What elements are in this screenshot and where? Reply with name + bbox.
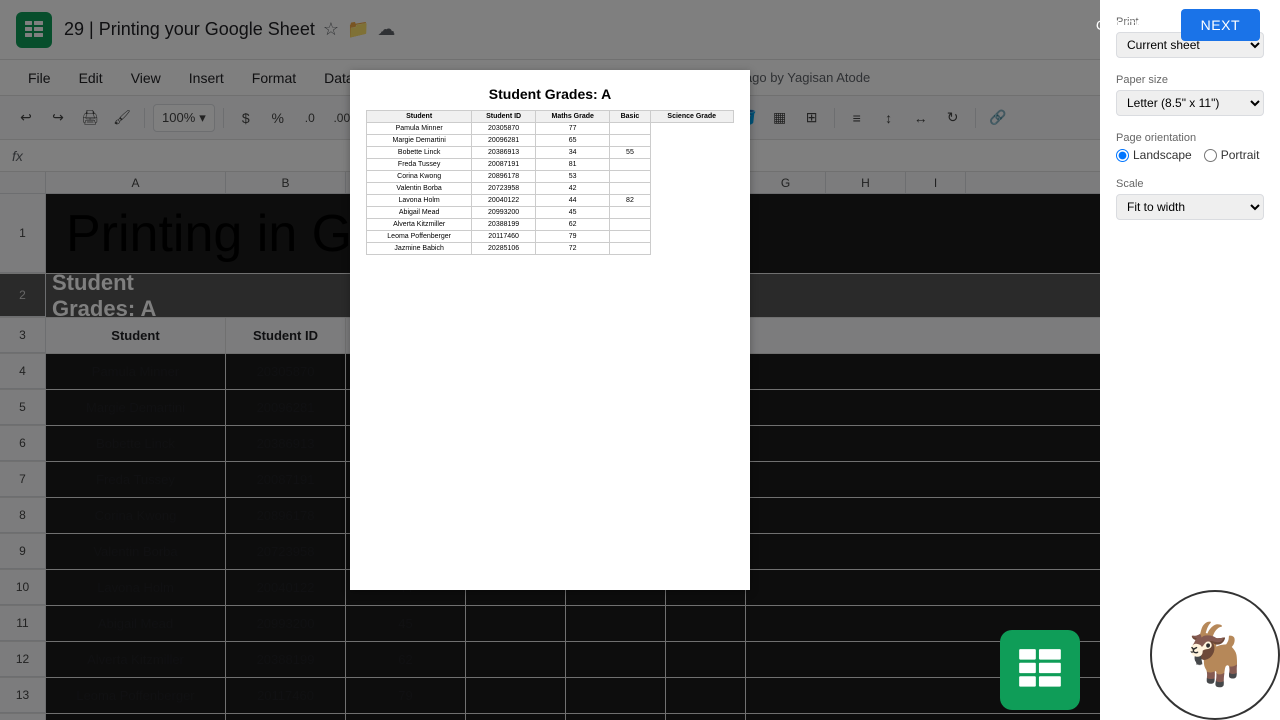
scale-select[interactable]: Fit to width Fit to page Custom [1116, 194, 1264, 220]
preview-cell-4-1: 20896178 [472, 171, 536, 183]
preview-th-basic: Basic [610, 111, 650, 123]
preview-cell-6-3: 82 [610, 195, 650, 207]
paper-size-section: Paper size Letter (8.5" x 11") A4 Legal [1116, 74, 1264, 116]
preview-cell-0-0: Pamula Minner [367, 123, 472, 135]
scale-section: Scale Fit to width Fit to page Custom [1116, 178, 1264, 220]
portrait-label: Portrait [1221, 148, 1260, 162]
preview-cell-0-1: 20305870 [472, 123, 536, 135]
cancel-button[interactable]: CANCEL [1080, 11, 1169, 39]
landscape-radio[interactable] [1116, 149, 1129, 162]
scale-label: Scale [1116, 178, 1264, 190]
preview-cell-1-2: 65 [535, 135, 609, 147]
preview-cell-9-3 [610, 231, 650, 243]
preview-cell-8-2: 62 [535, 219, 609, 231]
preview-cell-2-1: 20386913 [472, 147, 536, 159]
preview-cell-8-3 [610, 219, 650, 231]
preview-cell-9-2: 79 [535, 231, 609, 243]
preview-cell-7-3 [610, 207, 650, 219]
preview-cell-6-0: Lavona Holm [367, 195, 472, 207]
preview-cell-9-0: Leoma Poffenberger [367, 231, 472, 243]
preview-cell-6-2: 44 [535, 195, 609, 207]
preview-cell-7-1: 20993200 [472, 207, 536, 219]
print-preview-area: Student Grades: A Student Student ID Mat… [0, 50, 1100, 720]
preview-cell-9-1: 20117460 [472, 231, 536, 243]
preview-cell-1-0: Margie Demartini [367, 135, 472, 147]
preview-cell-7-2: 45 [535, 207, 609, 219]
preview-row: Leoma Poffenberger2011746079 [367, 231, 734, 243]
preview-cell-3-3 [610, 159, 650, 171]
preview-cell-10-3 [610, 243, 650, 255]
next-button[interactable]: NEXT [1181, 9, 1260, 41]
preview-cell-8-1: 20388199 [472, 219, 536, 231]
goat-logo-overlay: 🐐 [1150, 590, 1280, 720]
preview-cell-3-2: 81 [535, 159, 609, 171]
preview-row: Abigail Mead2099320045 [367, 207, 734, 219]
preview-th-maths: Maths Grade [535, 111, 609, 123]
preview-cell-4-0: Corina Kwong [367, 171, 472, 183]
orientation-section: Page orientation Landscape Portrait [1116, 132, 1264, 162]
landscape-label: Landscape [1133, 148, 1192, 162]
preview-cell-10-2: 72 [535, 243, 609, 255]
preview-cell-0-3 [610, 123, 650, 135]
preview-cell-2-2: 34 [535, 147, 609, 159]
preview-cell-5-0: Valentin Borba [367, 183, 472, 195]
preview-row: Margie Demartini2009628165 [367, 135, 734, 147]
preview-row: Alverta Kitzmiller2038819962 [367, 219, 734, 231]
preview-th-science: Science Grade [650, 111, 734, 123]
preview-row: Valentin Borba2072395842 [367, 183, 734, 195]
preview-cell-10-1: 20285106 [472, 243, 536, 255]
paper-size-select[interactable]: Letter (8.5" x 11") A4 Legal [1116, 90, 1264, 116]
preview-cell-5-2: 42 [535, 183, 609, 195]
preview-cell-1-1: 20096281 [472, 135, 536, 147]
preview-title: Student Grades: A [366, 86, 734, 102]
preview-cell-1-3 [610, 135, 650, 147]
preview-cell-7-0: Abigail Mead [367, 207, 472, 219]
preview-row: Pamula Minner2030587077 [367, 123, 734, 135]
preview-cell-8-0: Alverta Kitzmiller [367, 219, 472, 231]
paper-size-label: Paper size [1116, 74, 1264, 86]
sheets-logo-overlay [1000, 630, 1080, 710]
preview-row: Lavona Holm200401224482 [367, 195, 734, 207]
preview-cell-2-0: Bobette Linck [367, 147, 472, 159]
preview-cell-4-3 [610, 171, 650, 183]
print-page: Student Grades: A Student Student ID Mat… [350, 70, 750, 590]
preview-table: Student Student ID Maths Grade Basic Sci… [366, 110, 734, 255]
preview-row: Freda Tussey2008719181 [367, 159, 734, 171]
preview-cell-2-3: 55 [610, 147, 650, 159]
print-overlay: CANCEL NEXT Student Grades: A Student St… [0, 0, 1280, 720]
preview-cell-5-1: 20723958 [472, 183, 536, 195]
portrait-option[interactable]: Portrait [1204, 148, 1260, 162]
preview-cell-5-3 [610, 183, 650, 195]
orientation-group: Landscape Portrait [1116, 148, 1264, 162]
preview-row: Jazmine Babich2028510672 [367, 243, 734, 255]
landscape-option[interactable]: Landscape [1116, 148, 1192, 162]
preview-cell-3-0: Freda Tussey [367, 159, 472, 171]
preview-cell-4-2: 53 [535, 171, 609, 183]
preview-th-student: Student [367, 111, 472, 123]
preview-cell-6-1: 20040122 [472, 195, 536, 207]
print-top-bar: CANCEL NEXT [0, 0, 1280, 50]
portrait-radio[interactable] [1204, 149, 1217, 162]
preview-th-id: Student ID [472, 111, 536, 123]
preview-row: Corina Kwong2089617853 [367, 171, 734, 183]
preview-cell-0-2: 77 [535, 123, 609, 135]
orientation-label: Page orientation [1116, 132, 1264, 144]
preview-cell-10-0: Jazmine Babich [367, 243, 472, 255]
preview-row: Bobette Linck203869133455 [367, 147, 734, 159]
preview-cell-3-1: 20087191 [472, 159, 536, 171]
